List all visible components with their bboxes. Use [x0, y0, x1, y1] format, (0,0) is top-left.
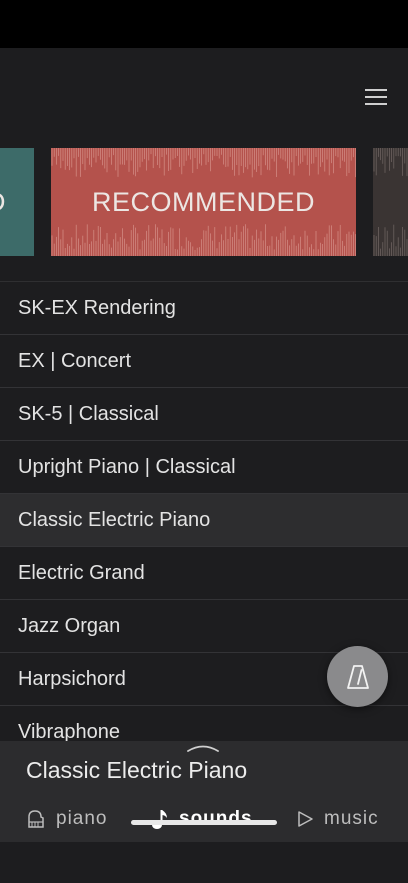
grand-piano-icon: [26, 809, 46, 829]
tab-bar: piano sounds music: [0, 795, 408, 842]
metronome-icon: [346, 664, 369, 689]
sound-item-label: EX | Concert: [18, 349, 132, 372]
sound-item-label: Jazz Organ: [18, 614, 121, 637]
status-bar: [0, 0, 408, 48]
category-carousel[interactable]: D RECOMMENDED: [0, 148, 408, 256]
now-playing-drawer[interactable]: Classic Electric Piano piano sounds musi…: [0, 741, 408, 842]
tab-piano[interactable]: piano: [26, 795, 108, 842]
sound-item[interactable]: Jazz Organ: [0, 600, 408, 653]
chevron-up-icon: [187, 745, 219, 752]
metronome-button[interactable]: [327, 646, 388, 707]
tab-sounds[interactable]: sounds: [151, 795, 253, 842]
sound-item[interactable]: Upright Piano | Classical: [0, 441, 408, 494]
tab-label: music: [324, 807, 379, 829]
sound-item-label: SK-EX Rendering: [18, 296, 176, 319]
sound-item-label: Electric Grand: [18, 561, 145, 584]
sound-item-label: Classic Electric Piano: [18, 508, 211, 531]
category-card-label: RECOMMENDED: [91, 186, 315, 217]
sound-item[interactable]: EX | Concert: [0, 335, 408, 388]
category-card-label: [373, 148, 408, 256]
sound-item-selected[interactable]: Classic Electric Piano: [0, 494, 408, 547]
now-playing-title: Classic Electric Piano: [26, 757, 248, 783]
tab-music[interactable]: music: [296, 795, 379, 842]
category-card-recommended[interactable]: RECOMMENDED: [51, 148, 356, 256]
sound-item[interactable]: SK-5 | Classical: [0, 388, 408, 441]
tab-label: piano: [56, 807, 108, 829]
play-icon: [296, 810, 314, 828]
sound-item[interactable]: SK-EX Rendering: [0, 282, 408, 335]
sound-item-label: SK-5 | Classical: [18, 402, 159, 425]
home-indicator[interactable]: [131, 820, 277, 825]
music-note-icon: [151, 808, 169, 830]
menu-button[interactable]: [362, 86, 390, 108]
sound-item-label: Harpsichord: [18, 667, 126, 690]
hamburger-menu-icon: [365, 89, 387, 91]
category-card-label: D: [0, 148, 6, 256]
drawer-handle[interactable]: [186, 741, 220, 753]
app-screen: D RECOMMENDED SK-EX Rendering EX | Conce…: [0, 48, 408, 883]
sound-item-label: Upright Piano | Classical: [18, 455, 236, 478]
category-card-previous[interactable]: D: [0, 148, 34, 256]
category-card-next[interactable]: [373, 148, 408, 256]
sound-item[interactable]: Electric Grand: [0, 547, 408, 600]
tab-label: sounds: [179, 807, 253, 829]
